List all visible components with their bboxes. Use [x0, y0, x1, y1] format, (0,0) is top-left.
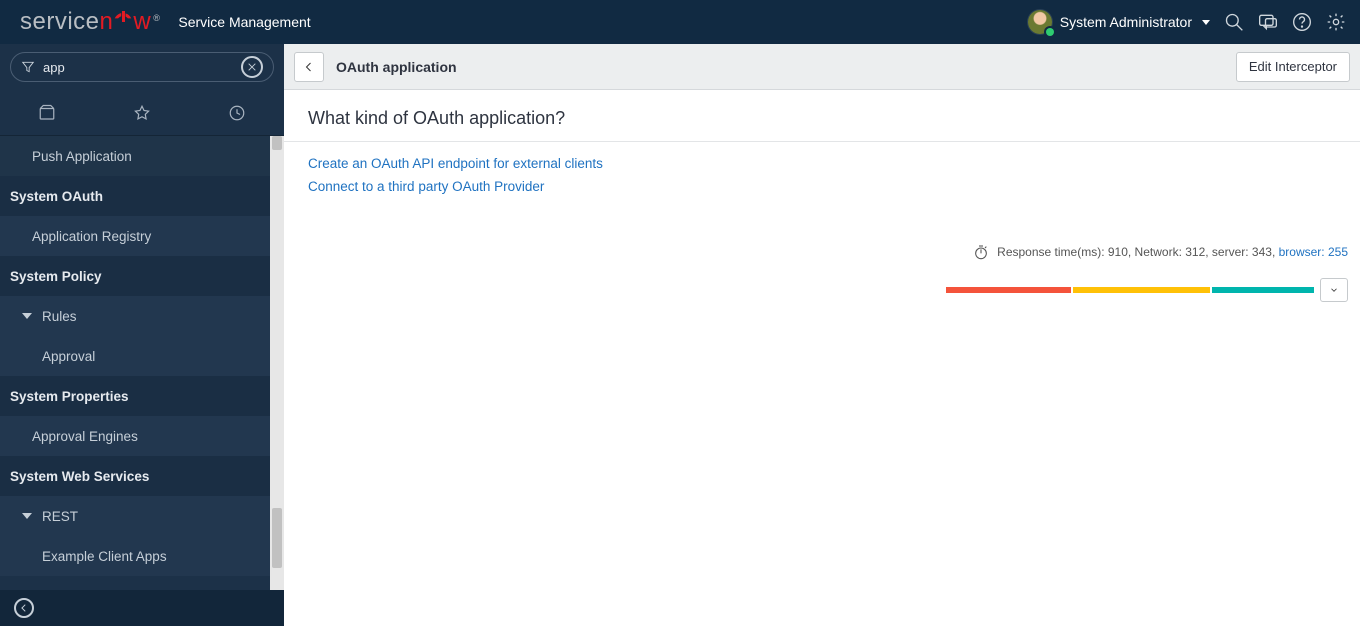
nav-item-application-registry[interactable]: Application Registry: [0, 216, 270, 256]
nav-tree: Push Application System OAuth Applicatio…: [0, 136, 270, 590]
nav-item-example-client-apps[interactable]: Example Client Apps: [0, 536, 270, 576]
content-header: OAuth application Edit Interceptor: [284, 44, 1360, 90]
help-icon[interactable]: [1292, 12, 1312, 32]
product-name: Service Management: [178, 14, 310, 30]
user-name-label: System Administrator: [1060, 14, 1192, 30]
segment-browser: [1212, 287, 1314, 293]
nav-item-approval[interactable]: Approval: [0, 336, 270, 376]
filter-input[interactable]: [43, 60, 233, 75]
tab-all-applications[interactable]: [0, 90, 94, 135]
browser-time-link[interactable]: browser: 255: [1279, 245, 1348, 259]
nav-item-push-application[interactable]: Push Application: [0, 136, 270, 176]
option-connect-third-party[interactable]: Connect to a third party OAuth Provider: [308, 175, 1336, 198]
logo-text-2: nw: [100, 8, 152, 36]
stopwatch-icon: [973, 244, 989, 260]
chat-icon[interactable]: [1258, 12, 1278, 32]
gear-icon[interactable]: [1326, 12, 1346, 32]
servicenow-logo: service nw ®: [20, 8, 160, 36]
avatar: [1028, 10, 1052, 34]
segment-network: [946, 287, 1071, 293]
back-button[interactable]: [294, 52, 324, 82]
collapse-sidebar-button[interactable]: [14, 598, 34, 618]
trademark-icon: ®: [153, 13, 160, 23]
tab-history[interactable]: [190, 90, 284, 135]
divider: [284, 141, 1360, 142]
sidebar: Push Application System OAuth Applicatio…: [0, 44, 284, 626]
nav-group-rules[interactable]: Rules: [0, 296, 270, 336]
nav-group-rest[interactable]: REST: [0, 496, 270, 536]
caret-down-icon: [1202, 20, 1210, 25]
app-header: service nw ® Service Management System A…: [0, 0, 1360, 44]
chevron-down-icon: [22, 513, 32, 519]
response-time-widget: Response time(ms): 910, Network: 312, se…: [946, 244, 1348, 302]
edit-interceptor-button[interactable]: Edit Interceptor: [1236, 52, 1350, 82]
nav-section-system-policy[interactable]: System Policy: [0, 256, 270, 296]
segment-server: [1073, 287, 1210, 293]
expand-response-button[interactable]: [1320, 278, 1348, 302]
nav-tabs: [0, 90, 284, 136]
funnel-icon: [21, 60, 35, 74]
scrollbar-thumb[interactable]: [272, 508, 282, 568]
nav-section-system-web-services[interactable]: System Web Services: [0, 456, 270, 496]
nav-item-approval-engines[interactable]: Approval Engines: [0, 416, 270, 456]
page-title: OAuth application: [336, 59, 457, 75]
logo-text-1: service: [20, 8, 100, 36]
response-time-text: Response time(ms): 910, Network: 312, se…: [997, 245, 1348, 259]
response-time-bar: [946, 287, 1314, 293]
scroll-up-arrow[interactable]: [272, 136, 282, 150]
clear-filter-button[interactable]: [241, 56, 263, 78]
user-menu[interactable]: System Administrator: [1028, 10, 1210, 34]
search-icon[interactable]: [1224, 12, 1244, 32]
tab-favorites[interactable]: [95, 90, 189, 135]
nav-section-system-oauth[interactable]: System OAuth: [0, 176, 270, 216]
chevron-down-icon: [22, 313, 32, 319]
filter-navigator[interactable]: [10, 52, 274, 82]
power-icon: [114, 13, 132, 31]
option-create-oauth-endpoint[interactable]: Create an OAuth API endpoint for externa…: [308, 152, 1336, 175]
nav-section-system-properties[interactable]: System Properties: [0, 376, 270, 416]
question-heading: What kind of OAuth application?: [308, 108, 1336, 129]
content-area: OAuth application Edit Interceptor What …: [284, 44, 1360, 626]
scrollbar-track[interactable]: [270, 136, 284, 590]
